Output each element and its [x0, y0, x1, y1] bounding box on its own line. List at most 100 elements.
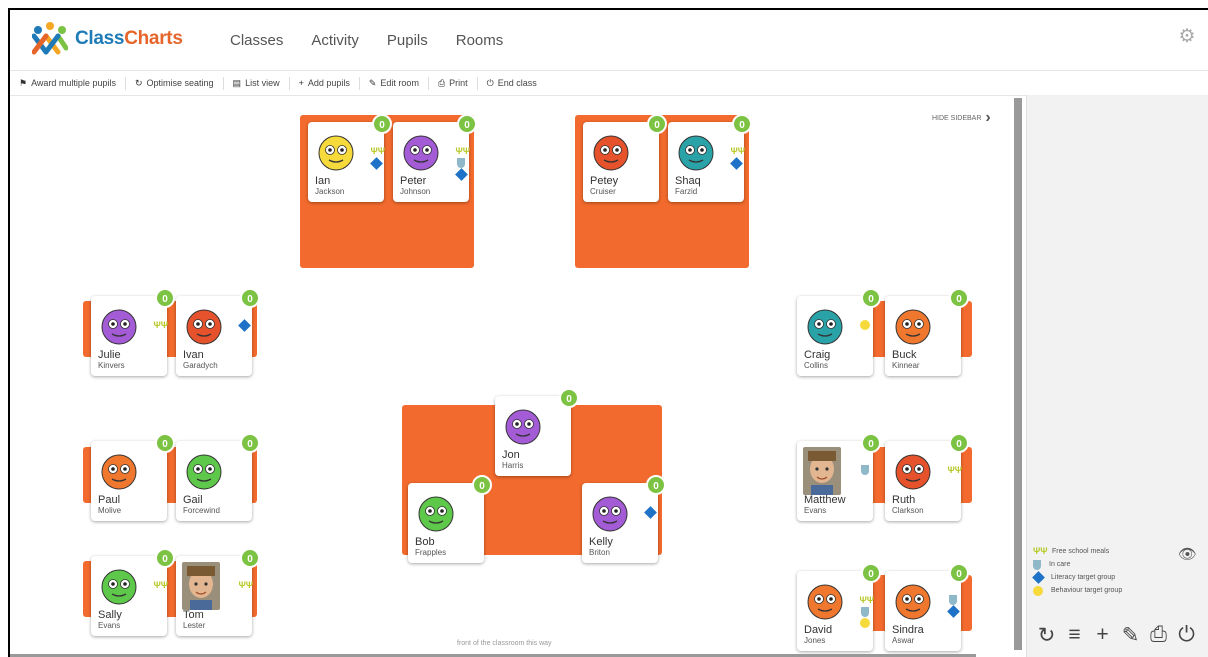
pupil-first-name: Gail: [183, 494, 203, 506]
pupil-desk[interactable]: ΨΨ Sally Evans 0: [91, 548, 175, 636]
pupil-first-name: Peter: [400, 175, 427, 187]
behaviour-target-group-icon: [860, 618, 870, 628]
points-badge[interactable]: 0: [457, 114, 477, 134]
points-badge[interactable]: 0: [647, 114, 667, 134]
points-badge[interactable]: 0: [646, 475, 666, 495]
pencil-icon[interactable]: ✎: [1121, 623, 1140, 647]
award-multiple-pupils-button[interactable]: ⚑ Award multiple pupils: [10, 76, 126, 90]
pupil-last-name: Kinnear: [892, 361, 920, 370]
print-icon[interactable]: ⎙: [1149, 623, 1168, 646]
pupil-desk[interactable]: ΨΨ Julie Kinvers 0: [91, 288, 175, 376]
eye-icon[interactable]: 👁: [1178, 545, 1197, 563]
hide-sidebar-button[interactable]: HIDE SIDEBAR ›: [932, 110, 991, 126]
points-badge[interactable]: 0: [949, 563, 969, 583]
avatar-face-icon: [418, 496, 454, 532]
pupil-first-name: David: [804, 624, 833, 636]
refresh-icon[interactable]: ↻: [1037, 623, 1056, 647]
nav-classes[interactable]: Classes: [230, 32, 283, 49]
header: ClassCharts Classes Activity Pupils Room…: [10, 10, 1208, 70]
pupil-first-name: Ian: [315, 175, 331, 187]
pupil-desk[interactable]: Ivan Garadych 0: [176, 288, 260, 376]
pupil-status-icons: ΨΨ: [153, 320, 169, 331]
points-badge[interactable]: 0: [949, 288, 969, 308]
in-care-icon: [861, 607, 869, 617]
pupil-last-name: Forcewind: [183, 506, 220, 515]
points-badge[interactable]: 0: [155, 433, 175, 453]
pupil-status-icons: ΨΨ: [153, 580, 169, 591]
pupil-desk[interactable]: Buck Kinnear 0: [885, 288, 969, 376]
optimise-seating-button[interactable]: ↻ Optimise seating: [126, 76, 224, 90]
pupil-desk[interactable]: ΨΨ Peter Johnson 0: [393, 114, 477, 202]
pupil-desk[interactable]: Bob Frapples 0: [408, 475, 492, 563]
pupil-desk[interactable]: Gail Forcewind 0: [176, 433, 260, 521]
legend-behaviour-target-group: Behaviour target group: [1033, 584, 1203, 597]
sidebar: 👁 ΨΨ Free school meals In care Literacy t…: [1026, 95, 1208, 657]
end-class-button[interactable]: ⏻ End class: [478, 77, 546, 90]
plus-icon: +: [298, 78, 304, 88]
pupil-desk[interactable]: Kelly Briton 0: [582, 475, 666, 563]
legend-literacy-target-group: Literacy target group: [1032, 571, 1203, 584]
pupil-desk[interactable]: Matthew Evans 0: [797, 433, 881, 521]
pupil-first-name: Sally: [98, 609, 122, 621]
points-badge[interactable]: 0: [472, 475, 492, 495]
pupil-desk[interactable]: ΨΨ David Jones 0: [797, 563, 881, 651]
pupil-desk[interactable]: ΨΨ Tom Lester 0: [176, 548, 260, 636]
nav-activity[interactable]: Activity: [311, 32, 359, 49]
pupil-desk[interactable]: Craig Collins 0: [797, 288, 881, 376]
add-pupils-button[interactable]: + Add pupils: [290, 76, 360, 90]
list-icon[interactable]: ≡: [1065, 623, 1084, 646]
points-badge[interactable]: 0: [861, 433, 881, 453]
edit-room-button[interactable]: ✎ Edit room: [360, 76, 429, 90]
app-window: ClassCharts Classes Activity Pupils Room…: [8, 8, 1208, 657]
pupil-status-icons: [237, 319, 251, 332]
pupil-last-name: Clarkson: [892, 506, 924, 515]
pupil-status-icons: ΨΨ: [454, 146, 470, 181]
free-school-meals-icon: ΨΨ: [947, 465, 963, 475]
classcharts-logo[interactable]: ClassCharts: [32, 22, 183, 56]
pupil-last-name: Cruiser: [590, 187, 616, 196]
free-school-meals-icon: ΨΨ: [1033, 546, 1048, 556]
power-icon[interactable]: ⏻: [1177, 623, 1196, 646]
main-nav: Classes Activity Pupils Rooms: [230, 32, 531, 49]
pupil-first-name: Ivan: [183, 349, 204, 361]
list-view-button[interactable]: ▤ List view: [224, 76, 290, 90]
points-badge[interactable]: 0: [861, 288, 881, 308]
plus-icon[interactable]: +: [1093, 623, 1112, 646]
points-badge[interactable]: 0: [240, 288, 260, 308]
points-badge[interactable]: 0: [861, 563, 881, 583]
free-school-meals-icon: ΨΨ: [370, 146, 386, 156]
nav-pupils[interactable]: Pupils: [387, 32, 428, 49]
settings-gear-icon[interactable]: ⚙: [1178, 27, 1196, 46]
in-care-icon: [457, 158, 465, 168]
in-care-icon: [949, 595, 957, 605]
points-badge[interactable]: 0: [559, 388, 579, 408]
pupil-desk[interactable]: Petey Cruiser 0: [583, 114, 667, 202]
pupil-desk[interactable]: ΨΨ Ruth Clarkson 0: [885, 433, 969, 521]
points-badge[interactable]: 0: [240, 433, 260, 453]
points-badge[interactable]: 0: [732, 114, 752, 134]
avatar-face-icon: [101, 454, 137, 490]
pupil-first-name: Ruth: [892, 494, 916, 506]
sidebar-actions: ↻ ≡ + ✎ ⎙ ⏻: [1037, 623, 1196, 647]
avatar-face-icon: [318, 135, 354, 171]
classroom-layout: HIDE SIDEBAR › ΨΨ Ian Jackson 0 ΨΨ Peter Johnso…: [10, 95, 1012, 657]
pupil-first-name: Tom: [183, 609, 204, 621]
points-badge[interactable]: 0: [949, 433, 969, 453]
avatar-face-icon: [505, 409, 541, 445]
pupil-desk[interactable]: ΨΨ Ian Jackson 0: [308, 114, 392, 202]
points-badge[interactable]: 0: [240, 548, 260, 568]
pupil-desk[interactable]: Jon Harris 0: [495, 388, 579, 476]
nav-rooms[interactable]: Rooms: [456, 32, 504, 49]
points-badge[interactable]: 0: [155, 548, 175, 568]
pupil-desk[interactable]: Sindra Aswar 0: [885, 563, 969, 651]
vertical-scrollbar[interactable]: [1014, 98, 1022, 650]
print-button[interactable]: ⎙ Print: [429, 76, 478, 90]
pupil-last-name: Briton: [589, 548, 610, 557]
pupil-desk[interactable]: ΨΨ Shaq Farzid 0: [668, 114, 752, 202]
points-badge[interactable]: 0: [372, 114, 392, 134]
pupil-desk[interactable]: Paul Molive 0: [91, 433, 175, 521]
pupil-first-name: Petey: [590, 175, 619, 187]
avatar-face-icon: [678, 135, 714, 171]
points-badge[interactable]: 0: [155, 288, 175, 308]
free-school-meals-icon: ΨΨ: [153, 320, 169, 330]
